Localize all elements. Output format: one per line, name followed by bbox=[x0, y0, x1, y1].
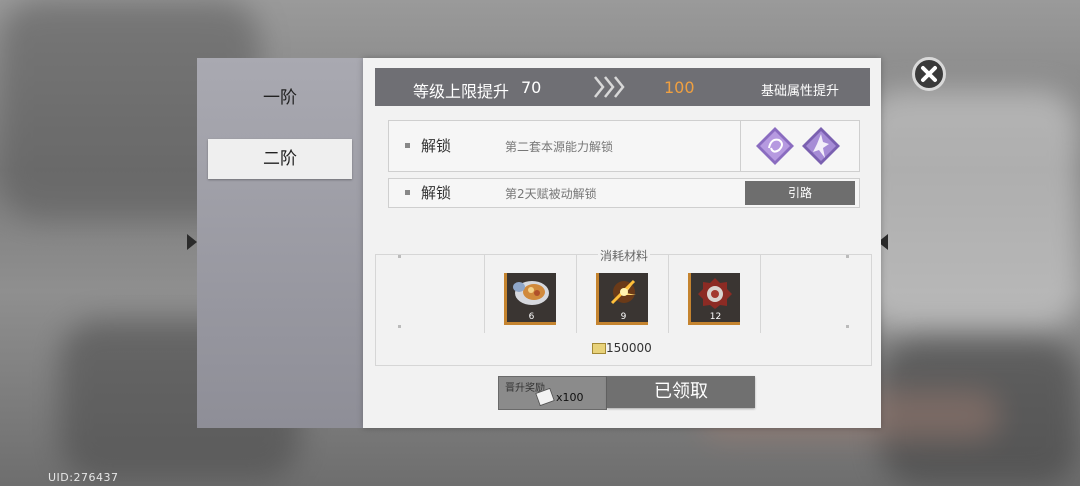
coin-icon bbox=[592, 343, 606, 354]
left-arrow-icon bbox=[187, 234, 197, 250]
material-slot: 12 bbox=[670, 255, 762, 333]
unlock-description: 第2天赋被动解锁 bbox=[505, 187, 597, 201]
unlock-label: 解锁 bbox=[421, 184, 452, 202]
tab-stage-2[interactable]: 二阶 bbox=[208, 139, 352, 179]
skill-swirl-icon[interactable] bbox=[755, 126, 795, 166]
materials-area: 消耗材料 6 9 12 150000 bbox=[375, 247, 872, 366]
material-item-3[interactable]: 12 bbox=[688, 273, 740, 325]
level-cap-from: 70 bbox=[521, 78, 542, 97]
material-item-2[interactable]: 9 bbox=[596, 273, 648, 325]
grid-dot bbox=[398, 325, 401, 328]
uid-label: UID:276437 bbox=[48, 471, 119, 484]
stage-tab-panel: 一阶 二阶 bbox=[197, 58, 363, 428]
grid-dot bbox=[846, 255, 849, 258]
unlock-label: 解锁 bbox=[421, 137, 452, 155]
coin-cost: 150000 bbox=[606, 341, 652, 355]
skill-figure-icon[interactable] bbox=[801, 126, 841, 166]
promotion-reward[interactable]: 晋升奖励 x100 bbox=[498, 376, 607, 410]
unlock-row-ability: 解锁 第二套本源能力解锁 bbox=[388, 120, 860, 172]
close-button[interactable] bbox=[912, 57, 946, 91]
material-slot: 6 bbox=[486, 255, 578, 333]
bullet-icon bbox=[405, 143, 410, 148]
material-item-1[interactable]: 6 bbox=[504, 273, 556, 325]
grid-dot bbox=[398, 255, 401, 258]
guide-button[interactable]: 引路 bbox=[745, 181, 855, 205]
unlock-description: 第二套本源能力解锁 bbox=[505, 140, 614, 154]
tab-stage-1[interactable]: 一阶 bbox=[208, 78, 352, 118]
grid-dot bbox=[846, 325, 849, 328]
level-cap-header: 等级上限提升 70 100 基础属性提升 bbox=[375, 68, 870, 106]
level-cap-to: 100 bbox=[664, 78, 695, 97]
bullet-icon bbox=[405, 190, 410, 195]
level-cap-title: 等级上限提升 bbox=[413, 82, 510, 101]
material-count: 12 bbox=[709, 312, 722, 322]
close-icon bbox=[921, 66, 937, 82]
claimed-button[interactable]: 已领取 bbox=[607, 376, 755, 408]
material-count: 9 bbox=[620, 312, 627, 322]
red-gear-icon bbox=[698, 278, 732, 309]
material-count: 6 bbox=[528, 312, 535, 322]
unlock-row-talent: 解锁 第2天赋被动解锁 引路 bbox=[388, 178, 860, 208]
triple-chevron-icon bbox=[594, 76, 625, 98]
material-slot: 9 bbox=[578, 255, 670, 333]
background-shape bbox=[860, 90, 1080, 330]
reward-quantity: x100 bbox=[556, 391, 584, 404]
spark-crystal-icon bbox=[610, 279, 636, 305]
attribute-boost-text: 基础属性提升 bbox=[761, 84, 840, 99]
skill-icons bbox=[740, 121, 859, 171]
food-plate-icon bbox=[513, 281, 549, 305]
promotion-card: 等级上限提升 70 100 基础属性提升 解锁 第二套本源能力解锁 解锁 第2天… bbox=[363, 58, 881, 428]
divider bbox=[484, 255, 485, 333]
